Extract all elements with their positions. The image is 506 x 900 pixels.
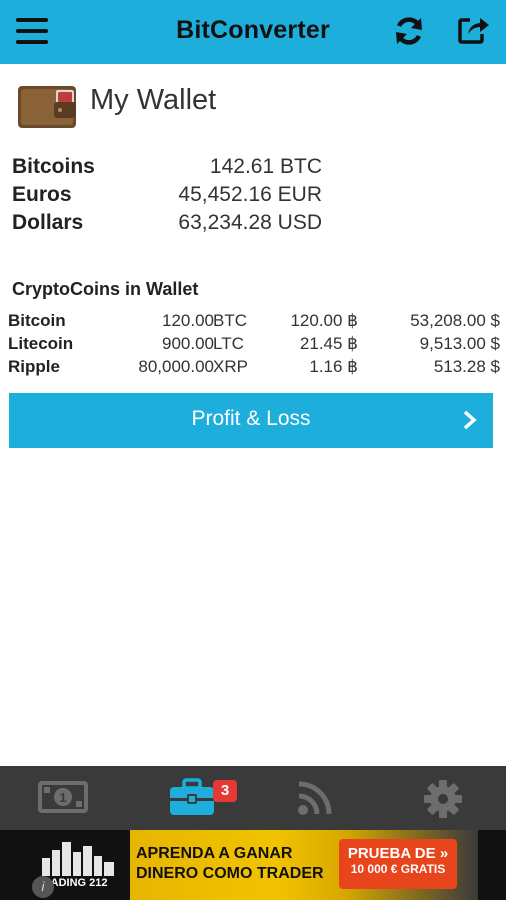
ad-creative[interactable]: TRADING 212 APRENDA A GANAR DINERO COMO … bbox=[28, 830, 478, 900]
ad-cta-button[interactable]: PRUEBA DE » 10 000 € GRATIS bbox=[339, 839, 457, 889]
summary-label: Euros bbox=[12, 183, 72, 206]
bottom-navigation: 1 bbox=[0, 766, 506, 830]
ad-headline-line2: DINERO COMO TRADER bbox=[136, 865, 324, 882]
rss-feed-icon bbox=[298, 781, 332, 815]
coin-name: Litecoin bbox=[8, 334, 74, 353]
refresh-icon[interactable] bbox=[392, 14, 426, 48]
briefcase-icon bbox=[170, 778, 214, 815]
wallet-summary: Bitcoins 142.61 BTC Euros 45,452.16 EUR … bbox=[12, 155, 322, 239]
wallet-icon bbox=[16, 80, 80, 132]
banknote-icon: 1 bbox=[38, 781, 88, 813]
wallet-notification-badge: 3 bbox=[213, 780, 237, 802]
coin-amount: 120.00 bbox=[162, 311, 214, 330]
double-chevron-icon: » bbox=[439, 845, 449, 862]
ad-headline: APRENDA A GANAR DINERO COMO TRADER bbox=[136, 844, 324, 884]
coin-btc-value: 21.45 ฿ bbox=[299, 334, 358, 353]
app-bar: BitConverter bbox=[0, 0, 506, 64]
summary-value: 45,452.16 EUR bbox=[178, 183, 322, 206]
coin-amount: 900.00 bbox=[162, 334, 214, 353]
coin-usd-value: 9,513.00 $ bbox=[419, 334, 500, 353]
chevron-right-icon bbox=[461, 409, 479, 431]
ad-banner[interactable]: TRADING 212 APRENDA A GANAR DINERO COMO … bbox=[0, 830, 506, 900]
ad-headline-line1: APRENDA A GANAR bbox=[136, 845, 293, 862]
coin-name: Ripple bbox=[8, 357, 60, 376]
profit-loss-label: Profit & Loss bbox=[191, 407, 311, 430]
ad-cta-line1: PRUEBA DE » bbox=[347, 845, 449, 862]
coin-btc-value: 120.00 ฿ bbox=[290, 311, 358, 330]
coin-btc-value: 1.16 ฿ bbox=[309, 357, 358, 376]
summary-value: 142.61 BTC bbox=[209, 155, 322, 178]
app-title: BitConverter bbox=[176, 16, 330, 44]
info-icon[interactable]: i bbox=[32, 876, 54, 898]
share-icon[interactable] bbox=[456, 12, 490, 46]
coin-symbol: LTC bbox=[213, 334, 244, 353]
coin-row-litecoin[interactable]: Litecoin 900.00 LTC 21.45 ฿ 9,513.00 $ bbox=[8, 334, 500, 357]
coin-usd-value: 513.28 $ bbox=[433, 357, 500, 376]
cryptocoins-heading: CryptoCoins in Wallet bbox=[12, 279, 199, 299]
summary-row-euros: Euros 45,452.16 EUR bbox=[12, 183, 322, 211]
city-skyline-icon bbox=[42, 842, 114, 876]
summary-label: Bitcoins bbox=[12, 155, 95, 178]
cryptocoins-table: Bitcoin 120.00 BTC 120.00 ฿ 53,208.00 $ … bbox=[8, 311, 500, 380]
coin-symbol: BTC bbox=[213, 311, 247, 330]
nav-converter[interactable]: 1 bbox=[13, 766, 113, 830]
summary-value: 63,234.28 USD bbox=[178, 211, 322, 234]
coin-row-bitcoin[interactable]: Bitcoin 120.00 BTC 120.00 ฿ 53,208.00 $ bbox=[8, 311, 500, 334]
summary-row-bitcoins: Bitcoins 142.61 BTC bbox=[12, 155, 322, 183]
profit-loss-button[interactable]: Profit & Loss bbox=[9, 393, 493, 448]
nav-settings[interactable] bbox=[393, 766, 493, 830]
summary-row-dollars: Dollars 63,234.28 USD bbox=[12, 211, 322, 239]
nav-news[interactable] bbox=[265, 766, 365, 830]
coin-name: Bitcoin bbox=[8, 311, 66, 330]
ad-cta-line2: 10 000 € GRATIS bbox=[350, 862, 446, 876]
coin-usd-value: 53,208.00 $ bbox=[410, 311, 500, 330]
coin-amount: 80,000.00 bbox=[138, 357, 214, 376]
coin-row-ripple[interactable]: Ripple 80,000.00 XRP 1.16 ฿ 513.28 $ bbox=[8, 357, 500, 380]
wallet-title: My Wallet bbox=[90, 84, 217, 116]
summary-label: Dollars bbox=[12, 211, 84, 234]
gear-icon bbox=[424, 780, 462, 818]
coin-symbol: XRP bbox=[213, 357, 248, 376]
svg-text:1: 1 bbox=[59, 790, 66, 805]
